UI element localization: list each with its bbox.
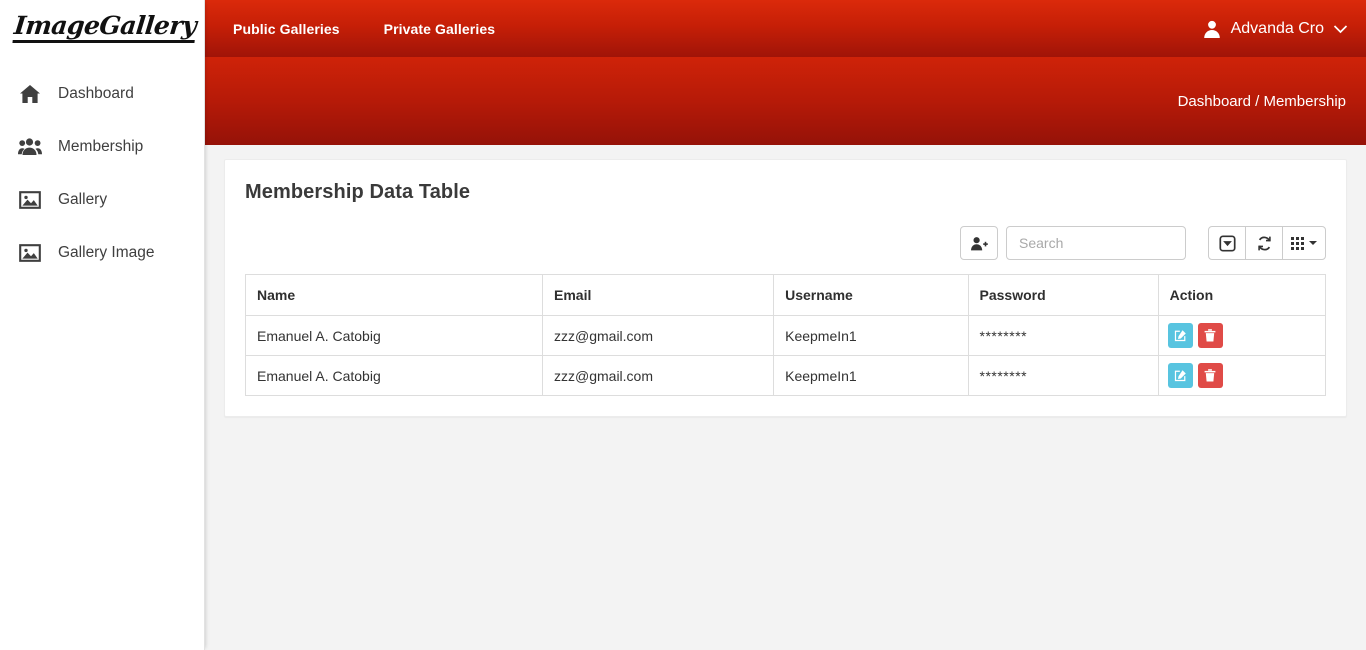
table-row[interactable]: Emanuel A. Catobig zzz@gmail.com KeepmeI… [245, 355, 1327, 396]
membership-table: Name Email Username Password Action Eman… [245, 274, 1327, 396]
delete-icon [1204, 369, 1216, 382]
cell-username: KeepmeIn1 [773, 355, 969, 396]
sidebar-item-label: Dashboard [58, 84, 134, 102]
delete-icon [1204, 329, 1216, 342]
cell-password: ******** [967, 315, 1159, 356]
brand-logo: ImageGallery [12, 11, 198, 44]
add-user-icon [970, 236, 988, 251]
breadcrumb-band: Dashboard / Membership [205, 57, 1366, 145]
edit-icon [1174, 369, 1187, 382]
table-body: Emanuel A. Catobig zzz@gmail.com KeepmeI… [245, 315, 1327, 396]
edit-button[interactable] [1167, 363, 1193, 388]
user-menu[interactable]: Advanda Cro [1202, 19, 1348, 39]
user-icon [1202, 19, 1222, 39]
membership-card: Membership Data Table Search Name Email … [224, 159, 1347, 417]
cell-email: zzz@gmail.com [541, 315, 775, 356]
sidebar-item-label: Gallery [58, 190, 108, 208]
users-icon [18, 135, 42, 159]
home-icon [18, 82, 42, 106]
cell-name: Emanuel A. Catobig [245, 315, 543, 356]
cell-action [1157, 355, 1327, 396]
cell-password: ******** [967, 355, 1159, 396]
table-header-row: Name Email Username Password Action [245, 274, 1327, 316]
nav-link-public-galleries[interactable]: Public Galleries [233, 21, 340, 37]
add-user-button[interactable] [960, 226, 998, 260]
refresh-icon [1256, 235, 1273, 252]
export-icon [1218, 234, 1236, 252]
chevron-down-icon [1333, 24, 1348, 34]
search-input[interactable] [1006, 226, 1186, 260]
columns-grid-icon [1291, 236, 1304, 250]
user-name: Advanda Cro [1230, 19, 1324, 37]
caret-down-icon [1309, 241, 1317, 245]
sidebar-item-gallery-image[interactable]: Gallery Image [0, 226, 204, 279]
sidebar-item-membership[interactable]: Membership [0, 120, 204, 173]
breadcrumb[interactable]: Dashboard / Membership [1178, 93, 1346, 110]
image-icon [18, 241, 42, 265]
sidebar-item-gallery[interactable]: Gallery [0, 173, 204, 226]
cell-email: zzz@gmail.com [541, 355, 775, 396]
nav-link-private-galleries[interactable]: Private Galleries [384, 21, 495, 37]
delete-button[interactable] [1197, 363, 1223, 388]
cell-username: KeepmeIn1 [773, 315, 969, 356]
image-icon [18, 188, 42, 212]
table-toolbar [245, 226, 1326, 260]
column-header-action[interactable]: Action [1157, 274, 1327, 316]
sidebar-item-label: Gallery Image [58, 243, 155, 261]
row-action-buttons [1167, 363, 1316, 388]
table-head: Name Email Username Password Action [245, 274, 1327, 316]
app-root: ImageGallery Dashboard Membership Galler… [0, 0, 1366, 650]
edit-button[interactable] [1167, 323, 1193, 348]
edit-icon [1174, 329, 1187, 342]
sidebar-nav: Dashboard Membership Gallery Gallery Ima… [0, 57, 204, 279]
delete-button[interactable] [1197, 323, 1223, 348]
sidebar: ImageGallery Dashboard Membership Galler… [0, 0, 205, 650]
cell-action [1157, 315, 1327, 356]
row-action-buttons [1167, 323, 1316, 348]
column-header-password[interactable]: Password [967, 274, 1159, 316]
top-navbar: Public Galleries Private Galleries Advan… [205, 0, 1366, 57]
column-header-username[interactable]: Username [773, 274, 969, 316]
export-button[interactable] [1208, 226, 1246, 260]
sidebar-item-label: Membership [58, 137, 144, 155]
column-header-name[interactable]: Name [245, 274, 543, 316]
content-area: Membership Data Table Search Name Email … [205, 145, 1366, 650]
table-row[interactable]: Emanuel A. Catobig zzz@gmail.com KeepmeI… [245, 315, 1327, 356]
column-header-email[interactable]: Email [541, 274, 775, 316]
cell-name: Emanuel A. Catobig [245, 355, 543, 396]
table-action-button-group [1208, 226, 1326, 260]
sidebar-item-dashboard[interactable]: Dashboard [0, 67, 204, 120]
brand[interactable]: ImageGallery [0, 0, 204, 57]
page-title: Membership Data Table [245, 181, 471, 203]
refresh-button[interactable] [1245, 226, 1283, 260]
columns-button[interactable] [1282, 226, 1326, 260]
navbar-links: Public Galleries Private Galleries [233, 21, 495, 37]
